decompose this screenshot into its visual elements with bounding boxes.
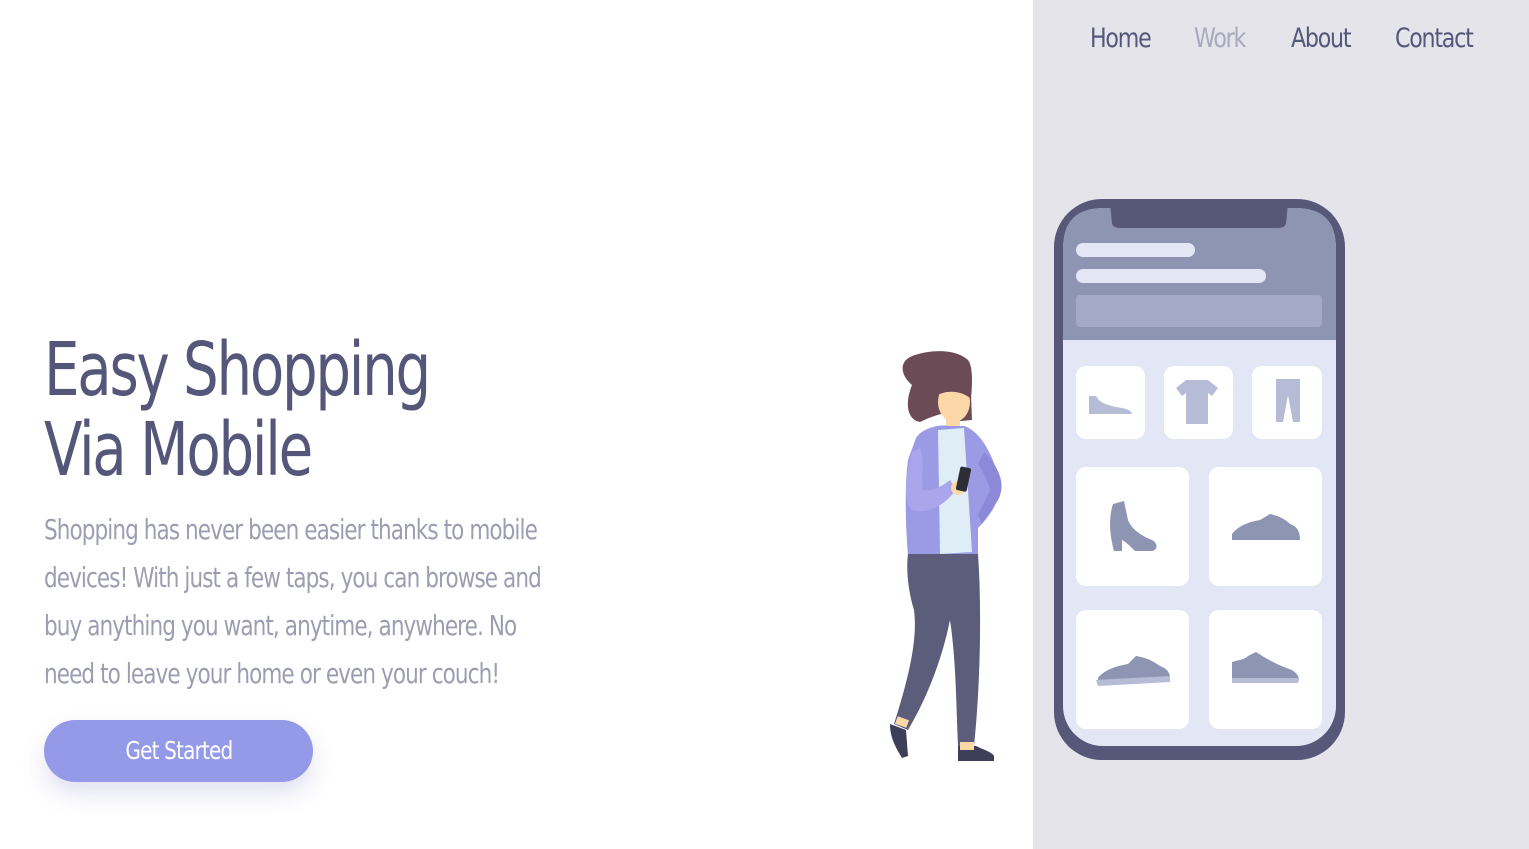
woman-figure-icon: [890, 351, 1002, 761]
landing-page: Home Work About Contact Easy Shopping Vi…: [0, 0, 1529, 849]
hero-description: Shopping has never been easier thanks to…: [44, 513, 542, 690]
nav-contact-link[interactable]: Contact: [1395, 18, 1474, 60]
nav-home-link[interactable]: Home: [1090, 18, 1152, 60]
get-started-button-label: Get Started: [124, 736, 233, 765]
smartphone-illustration-icon: [1054, 199, 1345, 760]
nav-work-link[interactable]: Work: [1194, 18, 1246, 60]
hero-title: Easy Shopping Via Mobile: [44, 327, 431, 493]
hero-title-line-2: Via Mobile: [44, 407, 313, 493]
nav-about-link[interactable]: About: [1291, 18, 1352, 60]
get-started-button[interactable]: Get Started: [44, 720, 313, 782]
shopping-illustration: [890, 199, 1345, 761]
hero-title-line-1: Easy Shopping: [44, 327, 431, 413]
